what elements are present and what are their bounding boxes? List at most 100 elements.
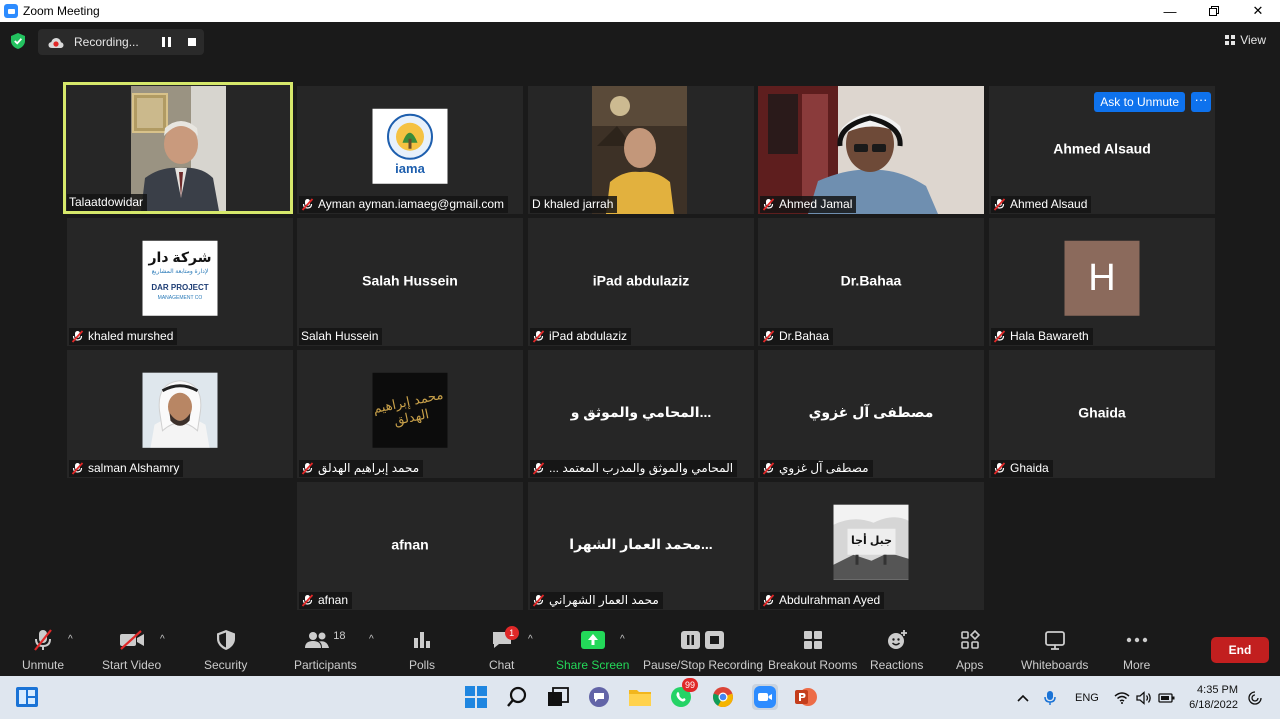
participant-tile-dr-bahaa[interactable]: Dr.Bahaa Dr.Bahaa [758, 218, 984, 346]
share-options-caret[interactable]: ^ [620, 634, 625, 645]
muted-mic-icon [993, 330, 1006, 343]
participants-icon [305, 632, 330, 648]
iama-logo-text: iama [395, 160, 425, 176]
participant-tile-abdulrahman-ayed[interactable]: جبل أجا Abdulrahman Ayed [758, 482, 984, 610]
muted-mic-icon [301, 198, 314, 211]
whatsapp-icon[interactable]: 99 [668, 678, 698, 710]
participant-name-label: Talaatdowidar [67, 194, 148, 211]
meeting-controls-bar: Unmute ^ Start Video ^ Security 18 Parti… [0, 624, 1280, 676]
participant-tile-ahmed-jamal[interactable]: Ahmed Jamal [758, 86, 984, 214]
muted-mic-icon [71, 462, 84, 475]
participant-tile-salman-alshamry[interactable]: salman Alshamry [67, 350, 293, 478]
participant-tile-afnan[interactable]: afnan afnan [297, 482, 523, 610]
reactions-smiley-icon [887, 630, 907, 649]
widgets-icon[interactable] [14, 684, 40, 710]
participant-tile-salah-hussein[interactable]: Salah Hussein Salah Hussein [297, 218, 523, 346]
participant-tile-khaled-murshed[interactable]: شركة دار لإدارة ومتابعة المشاريع DAR PRO… [67, 218, 293, 346]
participant-tile-d-khaled-jarrah[interactable]: D khaled jarrah [528, 86, 754, 214]
speaker-icon[interactable] [1136, 676, 1152, 719]
muted-mic-icon [762, 198, 775, 211]
share-screen-icon [580, 631, 605, 649]
participant-tile-lawyer[interactable]: ...المحامي والموثق و المحامي والموثق وال… [528, 350, 754, 478]
participant-tile-mohammed-alhadlaq[interactable]: محمد إبراهيم الهدلق محمد إبراهيم الهدلق [297, 350, 523, 478]
task-view-icon[interactable] [545, 684, 571, 710]
participants-options-caret[interactable]: ^ [369, 634, 374, 645]
video-options-caret[interactable]: ^ [160, 634, 165, 645]
calligraphy-avatar-image: محمد إبراهيم الهدلق [372, 372, 448, 448]
participant-name-label: Ahmed Alsaud [991, 196, 1092, 213]
minimize-button[interactable]: — [1148, 0, 1192, 22]
powerpoint-icon[interactable] [793, 684, 819, 710]
close-button[interactable]: ✕ [1236, 0, 1280, 22]
windows-start-icon[interactable] [463, 684, 489, 710]
encryption-shield-icon[interactable] [11, 33, 25, 49]
chat-unread-badge: 1 [504, 626, 519, 640]
participant-tile-ahmed-alsaud[interactable]: Ahmed Alsaud Ask to Unmute ··· Ahmed Als… [989, 86, 1215, 214]
wifi-icon[interactable] [1114, 676, 1130, 719]
participant-tile-hala-bawareth[interactable]: H Hala Bawareth [989, 218, 1215, 346]
show-hidden-icons[interactable] [1016, 676, 1030, 719]
dar-logo-arabic-sub: لإدارة ومتابعة المشاريع [151, 268, 209, 275]
end-meeting-button[interactable]: End [1211, 637, 1269, 663]
start-video-button[interactable]: Start Video [102, 628, 161, 672]
audio-options-caret[interactable]: ^ [68, 634, 73, 645]
stop-recording-icon[interactable] [188, 38, 196, 46]
muted-mic-icon [532, 594, 545, 607]
share-screen-button[interactable]: Share Screen [556, 628, 629, 672]
polls-button[interactable]: Polls [409, 628, 435, 672]
file-explorer-icon[interactable] [627, 684, 653, 710]
teams-chat-icon[interactable] [586, 684, 612, 710]
more-options-button[interactable]: ··· [1191, 92, 1211, 112]
dar-logo-english-sub: MANAGEMENT CO [157, 294, 203, 301]
ask-to-unmute-button[interactable]: Ask to Unmute [1094, 92, 1185, 112]
pause-stop-recording-button[interactable]: Pause/Stop Recording [643, 628, 763, 672]
security-button[interactable]: Security [204, 628, 247, 672]
unmute-button[interactable]: Unmute [22, 628, 64, 672]
participant-name-label: Hala Bawareth [991, 328, 1093, 345]
chrome-icon[interactable] [710, 684, 736, 710]
ellipsis-icon [1126, 637, 1147, 643]
participant-tile-ghaida[interactable]: Ghaida Ghaida [989, 350, 1215, 478]
cloud-recording-icon [48, 36, 64, 48]
participant-display-name: ...محمد العمار الشهرا [569, 535, 713, 552]
apps-button[interactable]: Apps [956, 628, 983, 672]
whiteboards-button[interactable]: Whiteboards [1021, 628, 1088, 672]
muted-mic-icon [993, 198, 1006, 211]
participant-display-name: Dr.Bahaa [840, 272, 902, 289]
zoom-taskbar-icon[interactable] [752, 684, 778, 710]
reactions-button[interactable]: Reactions [870, 628, 923, 672]
chat-button[interactable]: 1 Chat [489, 626, 519, 672]
whiteboard-icon [1044, 631, 1065, 650]
input-language[interactable]: ENG [1075, 676, 1099, 719]
recording-label: Recording... [74, 35, 139, 49]
participant-display-name: Ahmed Alsaud [1053, 140, 1151, 157]
more-button[interactable]: More [1123, 628, 1150, 672]
participants-button[interactable]: 18 Participants [294, 628, 357, 672]
restore-button[interactable] [1192, 0, 1236, 22]
muted-microphone-icon [34, 629, 52, 651]
system-clock[interactable]: 4:35 PM 6/18/2022 [1189, 683, 1238, 713]
participant-display-name: مصطفى آل غزوي [808, 403, 934, 420]
battery-icon[interactable] [1158, 676, 1176, 719]
view-button[interactable]: View [1225, 33, 1266, 47]
participant-name-label: Ahmed Jamal [760, 196, 857, 213]
participant-tile-mustafa[interactable]: مصطفى آل غزوي مصطفى آل غزوي [758, 350, 984, 478]
microphone-tray-icon[interactable] [1044, 676, 1056, 719]
pause-recording-icon[interactable] [162, 37, 171, 47]
participant-avatar-photo [142, 372, 218, 448]
participant-display-name: ...المحامي والموثق و [570, 403, 712, 420]
breakout-rooms-button[interactable]: Breakout Rooms [768, 628, 857, 672]
participant-tile-ayman[interactable]: iama Ayman ayman.iamaeg@gmail.com [297, 86, 523, 214]
participant-tile-ipad-abdulaziz[interactable]: iPad abdulaziz iPad abdulaziz [528, 218, 754, 346]
notifications-icon[interactable] [1248, 676, 1262, 719]
chat-options-caret[interactable]: ^ [528, 634, 533, 645]
participant-tile-mohammed-alammar[interactable]: ...محمد العمار الشهرا محمد العمار الشهرا… [528, 482, 754, 610]
muted-mic-icon [71, 330, 84, 343]
search-icon[interactable] [504, 684, 530, 710]
polls-bar-icon [414, 632, 430, 648]
view-label: View [1240, 33, 1266, 47]
muted-mic-icon [301, 594, 314, 607]
whatsapp-unread-badge: 99 [682, 678, 698, 692]
participant-tile-talaatdowidar[interactable]: Talaatdowidar [63, 82, 293, 214]
participant-name-label: مصطفى آل غزوي [760, 460, 873, 477]
